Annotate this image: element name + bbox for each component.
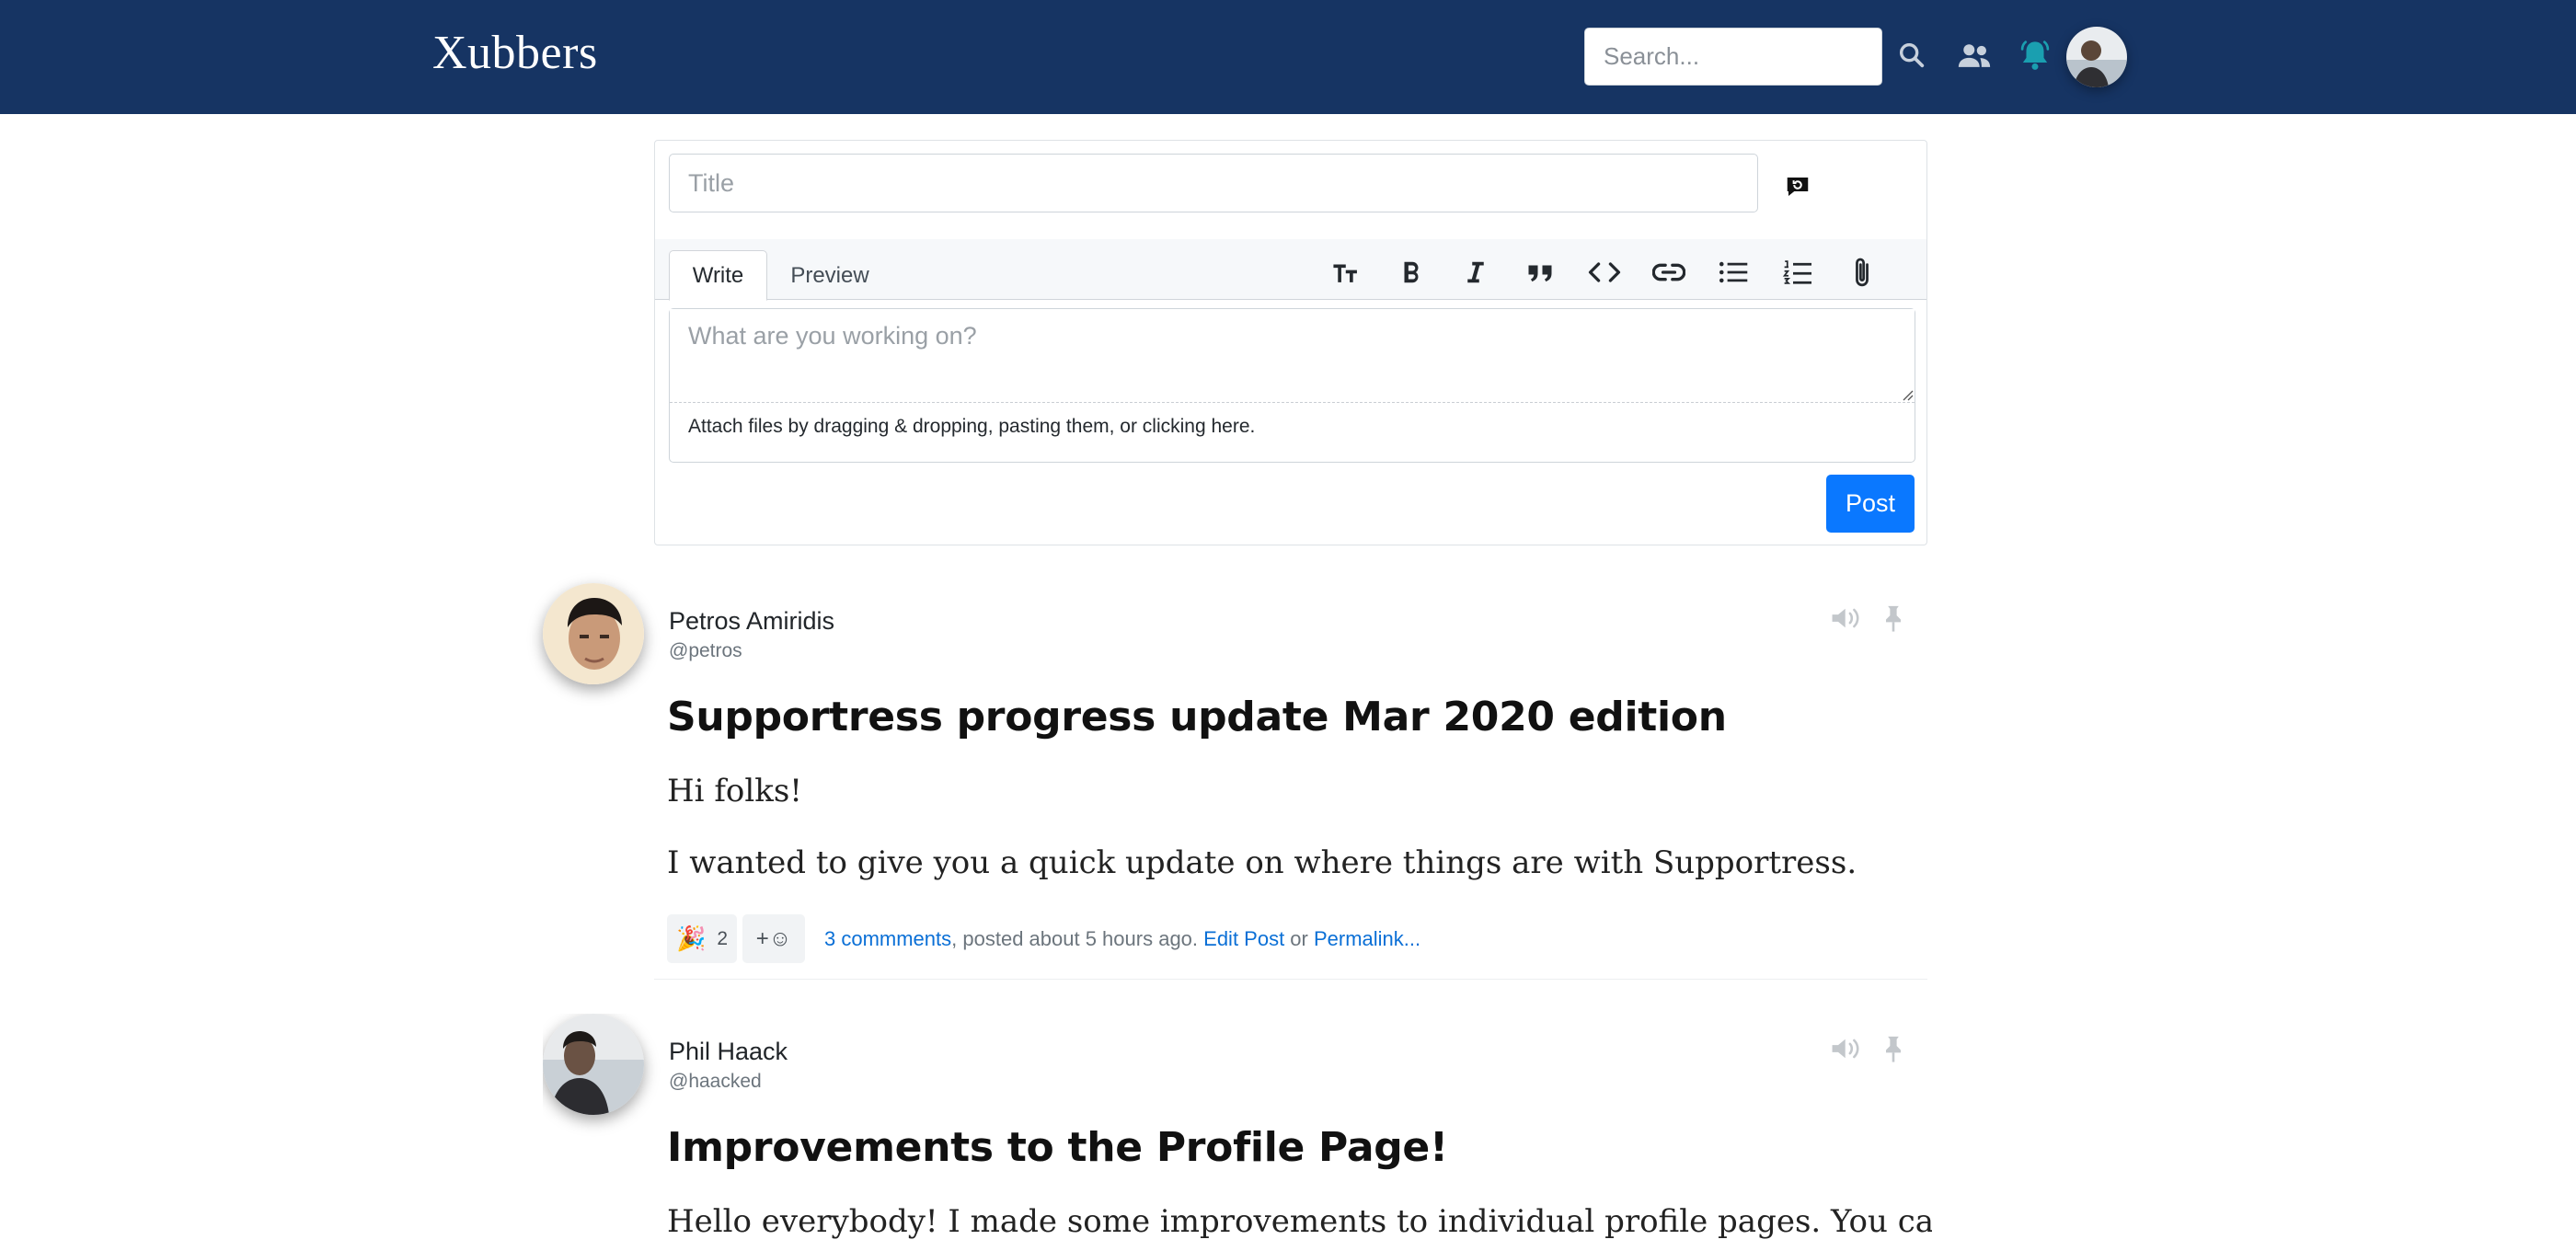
post-title[interactable]: Supportress progress update Mar 2020 edi… xyxy=(667,694,1727,740)
post-composer: Write Preview xyxy=(654,140,1927,545)
posted-time: , posted about 5 hours ago. xyxy=(951,927,1204,950)
add-reaction-button[interactable]: +☺ xyxy=(742,914,805,963)
notification-bell-icon[interactable] xyxy=(2015,35,2055,75)
paperclip-icon[interactable] xyxy=(1842,252,1882,293)
user-avatar[interactable] xyxy=(2066,27,2127,87)
tab-preview[interactable]: Preview xyxy=(775,250,885,301)
author-avatar[interactable] xyxy=(543,583,644,684)
author-handle[interactable]: @haacked xyxy=(669,1071,762,1093)
post-meta: 3 commments, posted about 5 hours ago. E… xyxy=(824,927,1420,951)
search-input[interactable] xyxy=(1584,28,1882,86)
reaction-badge[interactable]: 🎉 2 xyxy=(667,914,737,963)
post-button[interactable]: Post xyxy=(1826,475,1915,533)
party-popper-icon: 🎉 xyxy=(675,924,707,952)
top-navbar: Xubbers xyxy=(0,0,2576,114)
meta-separator: or xyxy=(1284,927,1314,950)
text-size-icon[interactable] xyxy=(1327,252,1367,293)
permalink-link[interactable]: Permalink... xyxy=(1314,927,1420,950)
post-card: Petros Amiridis @petros Supportress prog… xyxy=(543,583,1932,988)
bold-icon[interactable] xyxy=(1391,252,1432,293)
mute-icon[interactable] xyxy=(1828,1030,1865,1067)
comment-toggle-icon[interactable] xyxy=(1779,168,1816,205)
post-paragraph: I wanted to give you a quick update on w… xyxy=(667,844,1857,881)
tab-write[interactable]: Write xyxy=(669,250,767,301)
post-card: Phil Haack @haacked Improvements to the … xyxy=(543,1014,1932,1251)
people-icon[interactable] xyxy=(1954,35,1995,75)
brand-logo[interactable]: Xubbers xyxy=(432,26,598,80)
resize-handle-icon[interactable] xyxy=(1901,388,1914,401)
code-icon[interactable] xyxy=(1584,252,1625,293)
post-title[interactable]: Improvements to the Profile Page! xyxy=(667,1124,1448,1171)
editor-toolbar: Write Preview xyxy=(655,239,1926,301)
pin-icon[interactable] xyxy=(1875,600,1912,637)
link-icon[interactable] xyxy=(1649,252,1689,293)
comments-link[interactable]: 3 commments xyxy=(824,927,951,950)
author-handle[interactable]: @petros xyxy=(669,640,742,662)
mute-icon[interactable] xyxy=(1828,600,1865,637)
pin-icon[interactable] xyxy=(1875,1030,1912,1067)
italic-icon[interactable] xyxy=(1455,252,1496,293)
author-name[interactable]: Petros Amiridis xyxy=(669,607,834,636)
post-paragraph: Hi folks! xyxy=(667,773,802,809)
author-name[interactable]: Phil Haack xyxy=(669,1038,788,1066)
numbered-list-icon[interactable] xyxy=(1777,252,1818,293)
search-icon[interactable] xyxy=(1892,35,1932,75)
bulleted-list-icon[interactable] xyxy=(1713,252,1754,293)
attach-files-hint[interactable]: Attach files by dragging & dropping, pas… xyxy=(688,416,1255,438)
title-input[interactable] xyxy=(669,154,1758,212)
post-paragraph: Hello everybody! I made some improvement… xyxy=(667,1203,1932,1240)
post-divider xyxy=(654,979,1927,980)
reaction-count: 2 xyxy=(717,927,729,949)
body-editor: Attach files by dragging & dropping, pas… xyxy=(669,308,1915,463)
author-avatar[interactable] xyxy=(543,1014,644,1115)
edit-post-link[interactable]: Edit Post xyxy=(1203,927,1284,950)
quote-icon[interactable] xyxy=(1520,252,1560,293)
body-textarea[interactable] xyxy=(670,309,1915,403)
